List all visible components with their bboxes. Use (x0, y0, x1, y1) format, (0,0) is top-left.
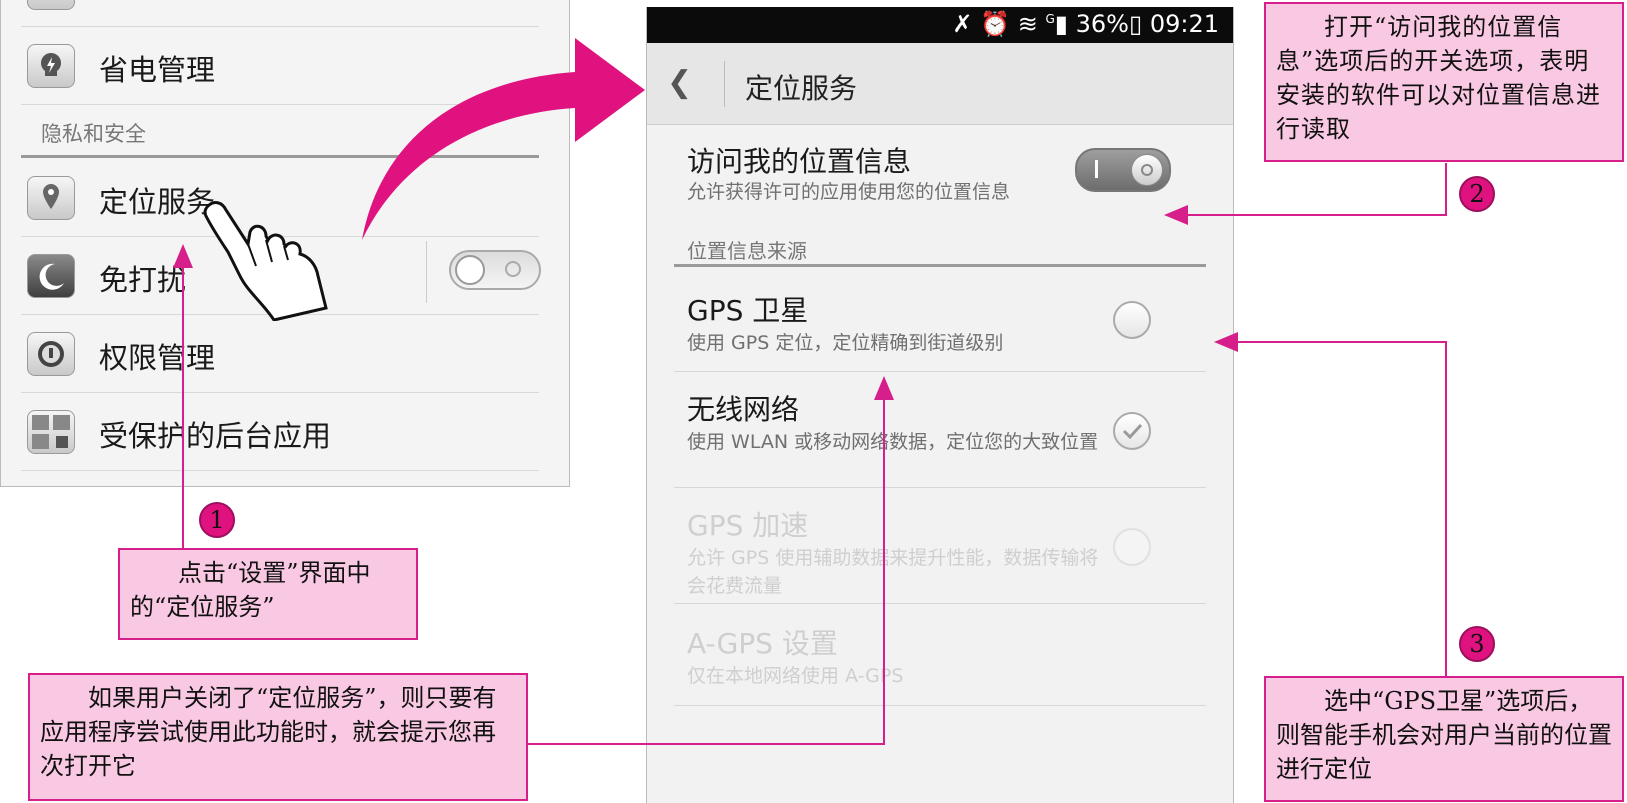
dnd-toggle-switch[interactable] (449, 250, 541, 290)
section-header-privacy: 隐私和安全 (41, 122, 146, 146)
moon-icon (27, 254, 75, 298)
setting-title: GPS 加速 (687, 509, 809, 542)
signal-icon: ▮ (1054, 10, 1068, 38)
toggle-off-mark (505, 261, 521, 277)
gps-acceleration-radio (1113, 528, 1151, 566)
tap-hand-icon (203, 201, 328, 321)
row-separator (426, 241, 427, 303)
callout-step-3: 选中“GPS卫星”选项后，则智能手机会对用户当前的位置进行定位 (1264, 676, 1624, 802)
gps-satellite-row[interactable]: GPS 卫星 使用 GPS 定位，定位精确到街道级别 (647, 269, 1233, 371)
access-location-toggle[interactable] (1075, 148, 1171, 192)
appbar-separator (724, 61, 725, 107)
callout-step-1: 点击“设置”界面中的“定位服务” (118, 548, 418, 640)
settings-item-label: 定位服务 (99, 185, 216, 219)
mute-icon: ✗ (952, 10, 973, 38)
phone-screen: ✗ ⏰ ≋ G▮ 36%▯ 09:21 ❮ 定位服务 访问我的位置信息 允许获得… (646, 7, 1234, 803)
status-bar: ✗ ⏰ ≋ G▮ 36%▯ 09:21 (647, 7, 1233, 43)
section-divider (674, 264, 1206, 267)
settings-row-protected-apps[interactable]: 受保护的后台应用 (21, 392, 539, 471)
section-header-sources: 位置信息来源 (687, 239, 807, 263)
gps-satellite-radio[interactable] (1113, 301, 1151, 339)
lock-icon (27, 332, 75, 376)
app-bar: ❮ 定位服务 (647, 43, 1233, 125)
setting-subtitle: 允许获得许可的应用使用您的位置信息 (687, 181, 1011, 203)
back-chevron-icon[interactable]: ❮ (667, 65, 692, 100)
partial-icon (27, 0, 75, 10)
status-indicators: ✗ ⏰ ≋ G▮ 36%▯ 09:21 (952, 10, 1219, 38)
setting-title: 无线网络 (687, 393, 800, 426)
network-type: G (1045, 12, 1055, 26)
setting-title: GPS 卫星 (687, 294, 809, 327)
toggle-knob (1131, 154, 1163, 186)
settings-item-label: 省电管理 (99, 53, 216, 87)
battery-icon: ▯ (1128, 10, 1143, 38)
agps-settings-row: A-GPS 设置 仅在本地网络使用 A-GPS (647, 604, 1233, 704)
settings-item-label: 权限管理 (99, 341, 216, 375)
wireless-network-row[interactable]: 无线网络 使用 WLAN 或移动网络数据，定位您的大致位置 (647, 372, 1233, 487)
checkmark-icon (1122, 423, 1143, 440)
transition-arrow (362, 38, 645, 240)
wifi-icon: ≋ (1017, 10, 1038, 38)
alarm-icon: ⏰ (980, 10, 1011, 38)
setting-title: 访问我的位置信息 (687, 145, 912, 178)
step-badge-2: 2 (1459, 176, 1495, 212)
settings-item-label: 免打扰 (99, 263, 187, 297)
step-badge-1: 1 (199, 502, 235, 538)
callout-step-2: 打开“访问我的位置信息”选项后的开关选项，表明安装的软件可以对位置信息进行读取 (1264, 2, 1624, 162)
toggle-on-mark (1095, 160, 1098, 178)
settings-item-label: 受保护的后台应用 (99, 419, 332, 453)
setting-title: A-GPS 设置 (687, 627, 838, 660)
callout-note: 如果用户关闭了“定位服务”，则只要有应用程序尝试使用此功能时，就会提示您再次打开… (28, 673, 528, 801)
gps-acceleration-row: GPS 加速 允许 GPS 使用辅助数据来提升性能，数据传输将会花费流量 (647, 488, 1233, 603)
setting-subtitle: 仅在本地网络使用 A-GPS (687, 665, 904, 687)
row-divider (674, 705, 1206, 706)
clock-time: 09:21 (1149, 10, 1219, 38)
setting-subtitle: 允许 GPS 使用辅助数据来提升性能，数据传输将会花费流量 (687, 547, 1099, 597)
knob-dot (1141, 164, 1153, 176)
page-title: 定位服务 (745, 72, 858, 105)
battery-level: 36% (1075, 10, 1129, 38)
settings-row-permissions[interactable]: 权限管理 (21, 314, 539, 393)
location-icon (27, 176, 75, 220)
step-badge-3: 3 (1459, 626, 1495, 662)
power-saving-icon (27, 44, 75, 88)
protected-apps-icon (27, 410, 75, 454)
access-location-row[interactable]: 访问我的位置信息 允许获得许可的应用使用您的位置信息 (647, 124, 1233, 224)
setting-subtitle: 使用 WLAN 或移动网络数据，定位您的大致位置 (687, 431, 1099, 453)
wireless-network-check[interactable] (1113, 412, 1151, 450)
toggle-knob (455, 255, 485, 285)
setting-subtitle: 使用 GPS 定位，定位精确到街道级别 (687, 332, 1004, 354)
